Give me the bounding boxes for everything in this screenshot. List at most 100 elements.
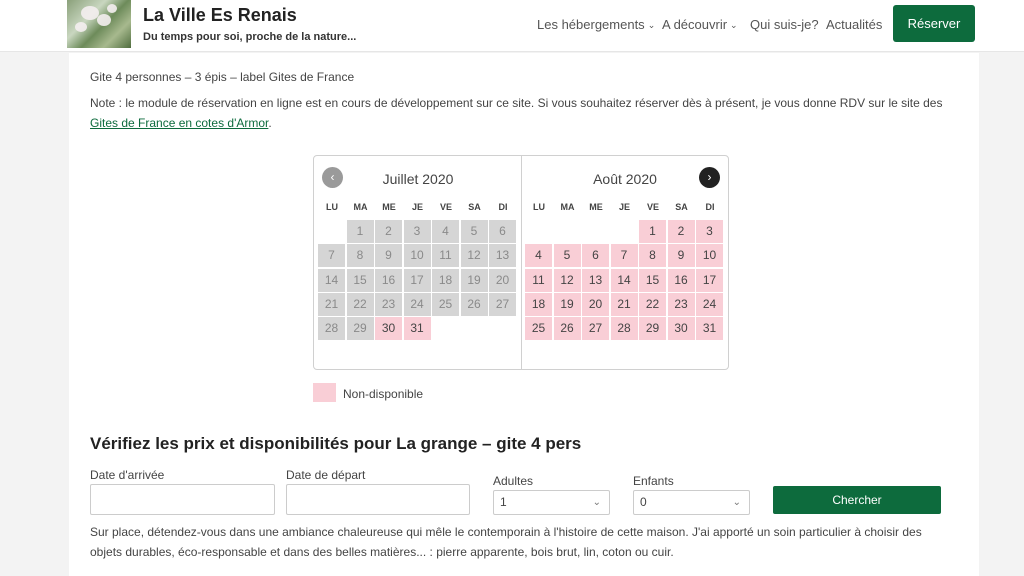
calendar-day[interactable]: 31 bbox=[696, 317, 723, 341]
calendar-day[interactable]: 1 bbox=[639, 220, 666, 243]
month-title-july: Juillet 2020 bbox=[382, 171, 454, 187]
calendar-day[interactable]: 22 bbox=[639, 292, 666, 316]
children-select[interactable]: 0 ⌄ bbox=[633, 490, 750, 515]
calendar-day[interactable]: 26 bbox=[460, 292, 488, 316]
arrival-date-label: Date d'arrivée bbox=[90, 468, 165, 482]
calendar-day[interactable]: 5 bbox=[460, 220, 488, 243]
calendar-day[interactable]: 3 bbox=[696, 220, 723, 243]
calendar-day[interactable]: 27 bbox=[582, 317, 609, 341]
calendar-day[interactable]: 9 bbox=[667, 244, 695, 268]
weekday-header: VE bbox=[646, 202, 659, 212]
calendar-day[interactable]: 15 bbox=[639, 268, 666, 292]
calendar-day[interactable]: 23 bbox=[667, 292, 695, 316]
calendar-day[interactable]: 14 bbox=[318, 268, 345, 292]
nav-item-decouvrir[interactable]: A découvrir ⌄ bbox=[662, 17, 738, 32]
calendar-day[interactable]: 1 bbox=[346, 220, 374, 243]
site-tagline: Du temps pour soi, proche de la nature..… bbox=[143, 31, 357, 43]
weekday-header: ME bbox=[382, 202, 396, 212]
departure-date-input[interactable] bbox=[286, 484, 470, 515]
calendar-day[interactable]: 7 bbox=[610, 244, 638, 268]
children-label: Enfants bbox=[633, 474, 674, 488]
calendar-day[interactable]: 10 bbox=[403, 244, 431, 268]
calendar-day[interactable]: 29 bbox=[346, 317, 374, 341]
calendar-day[interactable]: 21 bbox=[610, 292, 638, 316]
calendar-day[interactable]: 31 bbox=[403, 317, 431, 341]
calendar-day[interactable]: 24 bbox=[696, 292, 723, 316]
calendar-day[interactable]: 23 bbox=[375, 292, 402, 316]
calendar-day[interactable]: 27 bbox=[489, 292, 516, 316]
nav-item-hebergements[interactable]: Les hébergements ⌄ bbox=[537, 17, 655, 32]
gites-de-france-link[interactable]: Gites de France en cotes d'Armor bbox=[90, 116, 268, 130]
calendar-day[interactable]: 13 bbox=[489, 244, 516, 268]
unavailable-legend-label: Non-disponible bbox=[343, 387, 424, 401]
nav-item-qui-suis-je[interactable]: Qui suis-je? bbox=[750, 17, 819, 32]
nav-item-label: Qui suis-je? bbox=[750, 17, 819, 32]
calendar-day[interactable]: 10 bbox=[696, 244, 723, 268]
calendar-day[interactable]: 14 bbox=[610, 268, 638, 292]
calendar-day[interactable]: 29 bbox=[639, 317, 666, 341]
calendar-day[interactable]: 24 bbox=[403, 292, 431, 316]
calendar-day[interactable]: 9 bbox=[375, 244, 402, 268]
calendar-day[interactable]: 20 bbox=[489, 268, 516, 292]
calendar-day[interactable]: 18 bbox=[432, 268, 459, 292]
calendar-day[interactable]: 30 bbox=[375, 317, 402, 341]
adults-select[interactable]: 1 ⌄ bbox=[493, 490, 610, 515]
calendar-day[interactable]: 17 bbox=[696, 268, 723, 292]
calendar-day[interactable]: 15 bbox=[346, 268, 374, 292]
weekday-header: DI bbox=[498, 202, 508, 212]
calendar-day[interactable]: 3 bbox=[403, 220, 431, 243]
booking-note-link-line: Gites de France en cotes d'Armor. bbox=[90, 116, 272, 130]
calendar-day[interactable]: 16 bbox=[375, 268, 402, 292]
weekday-header: JE bbox=[411, 202, 423, 212]
calendar-day[interactable]: 6 bbox=[582, 244, 609, 268]
site-title[interactable]: La Ville Es Renais bbox=[143, 5, 297, 26]
chevron-down-icon: ⌄ bbox=[732, 497, 741, 508]
calendar-day[interactable]: 20 bbox=[582, 292, 609, 316]
calendar-day[interactable]: 5 bbox=[553, 244, 581, 268]
calendar-day[interactable]: 18 bbox=[525, 292, 552, 316]
calendar-day[interactable]: 26 bbox=[553, 317, 581, 341]
weekday-header: SA bbox=[468, 202, 481, 212]
chevron-down-icon: ⌄ bbox=[592, 497, 601, 508]
adults-value: 1 bbox=[500, 495, 507, 509]
reserve-button[interactable]: Réserver bbox=[893, 5, 975, 42]
calendar-day[interactable]: 28 bbox=[610, 317, 638, 341]
calendar-day[interactable]: 19 bbox=[553, 292, 581, 316]
calendar-day[interactable]: 17 bbox=[403, 268, 431, 292]
description-line-1: Sur place, détendez-vous dans une ambian… bbox=[90, 525, 922, 539]
nav-item-actualites[interactable]: Actualités bbox=[826, 17, 882, 32]
calendar-day[interactable]: 12 bbox=[460, 244, 488, 268]
calendar-day[interactable]: 7 bbox=[318, 244, 345, 268]
calendar-day[interactable]: 13 bbox=[582, 268, 609, 292]
chevron-down-icon: ⌄ bbox=[730, 20, 738, 30]
calendar-day[interactable]: 22 bbox=[346, 292, 374, 316]
calendar-day[interactable]: 6 bbox=[489, 220, 516, 243]
children-value: 0 bbox=[640, 495, 647, 509]
next-month-icon[interactable]: › bbox=[699, 167, 720, 188]
calendar-day[interactable]: 21 bbox=[318, 292, 345, 316]
calendar-day[interactable]: 19 bbox=[460, 268, 488, 292]
calendar-day[interactable]: 2 bbox=[667, 220, 695, 243]
site-header: La Ville Es Renais Du temps pour soi, pr… bbox=[0, 0, 1024, 52]
search-button[interactable]: Chercher bbox=[773, 486, 941, 514]
weekday-header: JE bbox=[618, 202, 630, 212]
calendar-day[interactable]: 8 bbox=[639, 244, 666, 268]
calendar-day[interactable]: 8 bbox=[346, 244, 374, 268]
departure-date-label: Date de départ bbox=[286, 468, 366, 482]
weekday-header: SA bbox=[675, 202, 688, 212]
calendar-day[interactable]: 12 bbox=[553, 268, 581, 292]
prev-month-icon[interactable]: ‹ bbox=[322, 167, 343, 188]
calendar-day[interactable]: 30 bbox=[667, 317, 695, 341]
availability-calendar: ‹ › Juillet 2020 Août 2020 LU MA ME JE VE SA D… bbox=[313, 155, 729, 370]
calendar-day[interactable]: 25 bbox=[432, 292, 459, 316]
calendar-day[interactable]: 28 bbox=[318, 317, 345, 341]
calendar-day[interactable]: 11 bbox=[432, 244, 459, 268]
calendar-day[interactable]: 11 bbox=[525, 268, 552, 292]
calendar-day[interactable]: 16 bbox=[667, 268, 695, 292]
arrival-date-input[interactable] bbox=[90, 484, 275, 515]
calendar-day[interactable]: 4 bbox=[525, 244, 552, 268]
calendar-day[interactable]: 25 bbox=[525, 317, 552, 341]
calendar-day[interactable]: 2 bbox=[375, 220, 402, 243]
site-logo-image[interactable] bbox=[67, 0, 131, 48]
calendar-day[interactable]: 4 bbox=[432, 220, 459, 243]
